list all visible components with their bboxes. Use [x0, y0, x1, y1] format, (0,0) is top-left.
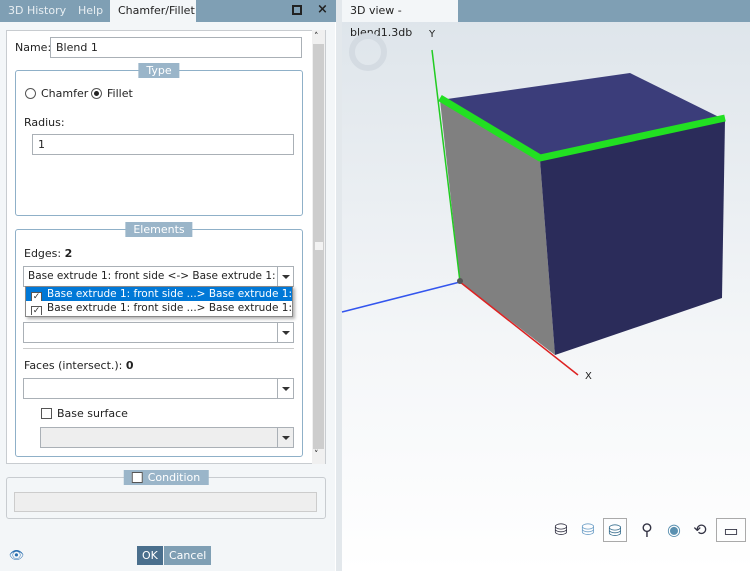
- 3d-scene: [341, 33, 726, 376]
- measure-icon[interactable]: ▭: [716, 518, 746, 542]
- view-icon[interactable]: ◉: [662, 518, 686, 542]
- wireframe-icon[interactable]: ⛁: [549, 518, 573, 542]
- shaded-edges-icon[interactable]: ⛁: [603, 518, 627, 542]
- zoom-fit-icon[interactable]: ⚲: [635, 518, 659, 542]
- z-axis: [341, 281, 461, 313]
- rotate-icon[interactable]: ⟲: [688, 518, 712, 542]
- view-cube-icon: [349, 33, 387, 71]
- y-axis-label: Y: [429, 29, 436, 40]
- origin: [457, 278, 463, 284]
- x-axis-label: X: [585, 371, 592, 382]
- shaded-icon[interactable]: ⛁: [576, 518, 600, 542]
